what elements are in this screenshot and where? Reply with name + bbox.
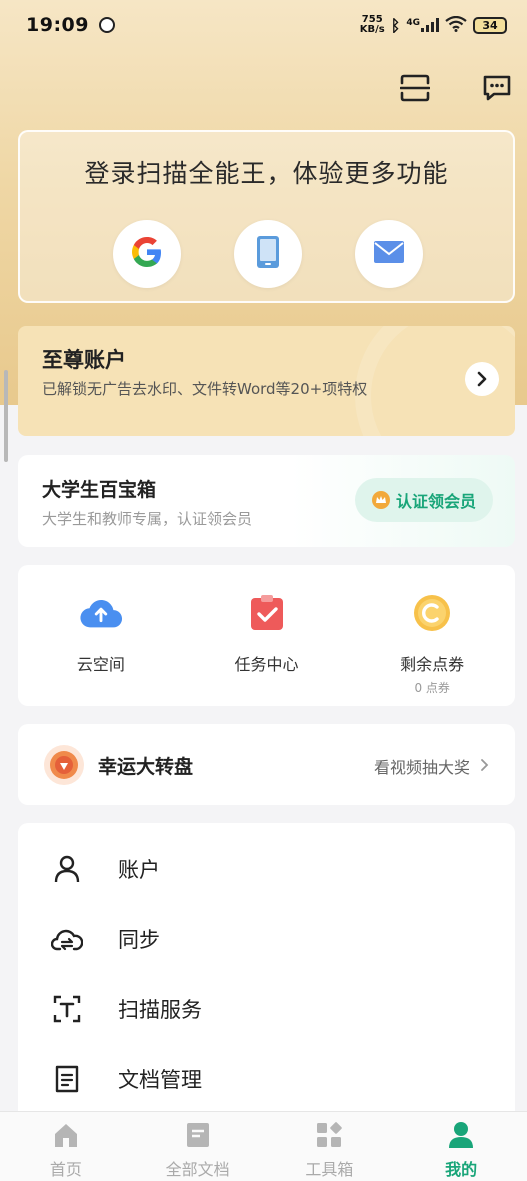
student-toolbox-title: 大学生百宝箱 bbox=[42, 479, 157, 501]
nav-label-toolbox: 工具箱 bbox=[305, 1160, 354, 1179]
nav-mine[interactable]: 我的 bbox=[395, 1112, 527, 1181]
header-actions bbox=[397, 70, 515, 106]
student-toolbox-card[interactable]: 大学生百宝箱 大学生和教师专属，认证领会员 认证领会员 bbox=[18, 455, 515, 547]
cellular-signal-icon: 4G bbox=[406, 18, 439, 32]
nav-label-mine: 我的 bbox=[445, 1160, 478, 1179]
google-icon bbox=[130, 235, 164, 273]
nav-home[interactable]: 首页 bbox=[0, 1112, 132, 1181]
menu-label-scan-service: 扫描服务 bbox=[118, 998, 202, 1022]
menu-item-sync[interactable]: 同步 bbox=[18, 909, 515, 969]
scan-icon[interactable] bbox=[397, 70, 433, 106]
cloud-upload-icon bbox=[79, 591, 123, 635]
points-label: 剩余点券 bbox=[400, 655, 465, 674]
nav-label-all-docs: 全部文档 bbox=[165, 1160, 230, 1179]
task-center-label: 任务中心 bbox=[234, 655, 299, 674]
coin-icon bbox=[410, 591, 454, 635]
network-speed-unit: KB/s bbox=[359, 24, 385, 35]
nav-label-home: 首页 bbox=[49, 1160, 82, 1179]
toolbox-icon bbox=[314, 1120, 344, 1150]
crown-icon bbox=[371, 491, 390, 509]
points-value: 0 点券 bbox=[414, 681, 450, 695]
vip-title: 至尊账户 bbox=[42, 348, 126, 372]
phone-icon bbox=[256, 235, 280, 273]
vip-account-card[interactable]: 至尊账户 已解锁无广告去水印、文件转Word等20+项特权 bbox=[18, 326, 515, 436]
profile-icon bbox=[446, 1120, 476, 1150]
lucky-wheel-title: 幸运大转盘 bbox=[98, 756, 194, 778]
status-indicators: 755 KB/s ᛒ 4G 34 bbox=[360, 15, 507, 35]
status-time: 19:09 bbox=[26, 14, 89, 36]
bluetooth-icon: ᛒ bbox=[390, 15, 401, 35]
lucky-wheel-action[interactable]: 看视频抽大奖 bbox=[374, 754, 489, 778]
notification-app-icon bbox=[98, 17, 115, 33]
points-item[interactable]: 剩余点券 0 点券 bbox=[349, 565, 515, 706]
cloud-sync-icon bbox=[50, 922, 84, 956]
menu-item-scan-service[interactable]: 扫描服务 bbox=[18, 979, 515, 1039]
scrollbar[interactable] bbox=[4, 370, 8, 462]
quick-actions-card: 云空间 任务中心 剩余点券 0 点券 bbox=[18, 565, 515, 706]
menu-label-sync: 同步 bbox=[118, 928, 160, 952]
settings-menu: 账户 同步 扫描服务 文档管理 bbox=[18, 823, 515, 1123]
message-icon[interactable] bbox=[479, 70, 515, 106]
task-check-icon bbox=[245, 591, 289, 635]
email-login-button[interactable] bbox=[355, 220, 423, 288]
network-type-label: 4G bbox=[406, 18, 420, 28]
phone-login-button[interactable] bbox=[234, 220, 302, 288]
task-center-item[interactable]: 任务中心 bbox=[184, 565, 350, 706]
menu-item-doc-management[interactable]: 文档管理 bbox=[18, 1049, 515, 1109]
verify-member-label: 认证领会员 bbox=[395, 492, 476, 511]
chevron-right-icon[interactable] bbox=[465, 362, 499, 396]
cloud-space-label: 云空间 bbox=[76, 655, 125, 674]
user-icon bbox=[50, 852, 84, 886]
home-icon bbox=[51, 1120, 81, 1150]
verify-member-button[interactable]: 认证领会员 bbox=[355, 478, 493, 522]
cloud-space-item[interactable]: 云空间 bbox=[18, 565, 184, 706]
wifi-icon bbox=[445, 15, 467, 35]
login-methods bbox=[113, 220, 423, 288]
document-icon bbox=[50, 1062, 84, 1096]
nav-toolbox[interactable]: 工具箱 bbox=[264, 1112, 396, 1181]
documents-icon bbox=[183, 1120, 213, 1150]
vip-subtitle: 已解锁无广告去水印、文件转Word等20+项特权 bbox=[42, 380, 368, 398]
nav-all-docs[interactable]: 全部文档 bbox=[132, 1112, 264, 1181]
bottom-navigation: 首页 全部文档 工具箱 我的 bbox=[0, 1111, 527, 1181]
status-bar: 19:09 755 KB/s ᛒ 4G 34 bbox=[0, 0, 527, 50]
battery-icon: 34 bbox=[473, 16, 507, 34]
menu-label-account: 账户 bbox=[118, 858, 160, 882]
mail-icon bbox=[373, 240, 405, 268]
chevron-right-icon bbox=[480, 757, 489, 776]
scan-text-icon bbox=[50, 992, 84, 1026]
google-login-button[interactable] bbox=[113, 220, 181, 288]
lucky-wheel-icon bbox=[44, 745, 84, 785]
menu-label-doc-management: 文档管理 bbox=[118, 1068, 202, 1092]
login-title: 登录扫描全能王，体验更多功能 bbox=[84, 159, 449, 188]
menu-item-account[interactable]: 账户 bbox=[18, 839, 515, 899]
lucky-wheel-action-label: 看视频抽大奖 bbox=[373, 758, 470, 777]
student-toolbox-subtitle: 大学生和教师专属，认证领会员 bbox=[42, 510, 253, 528]
login-card: 登录扫描全能王，体验更多功能 bbox=[18, 130, 515, 303]
lucky-wheel-card[interactable]: 幸运大转盘 看视频抽大奖 bbox=[18, 724, 515, 805]
network-speed: 755 KB/s bbox=[360, 15, 385, 35]
